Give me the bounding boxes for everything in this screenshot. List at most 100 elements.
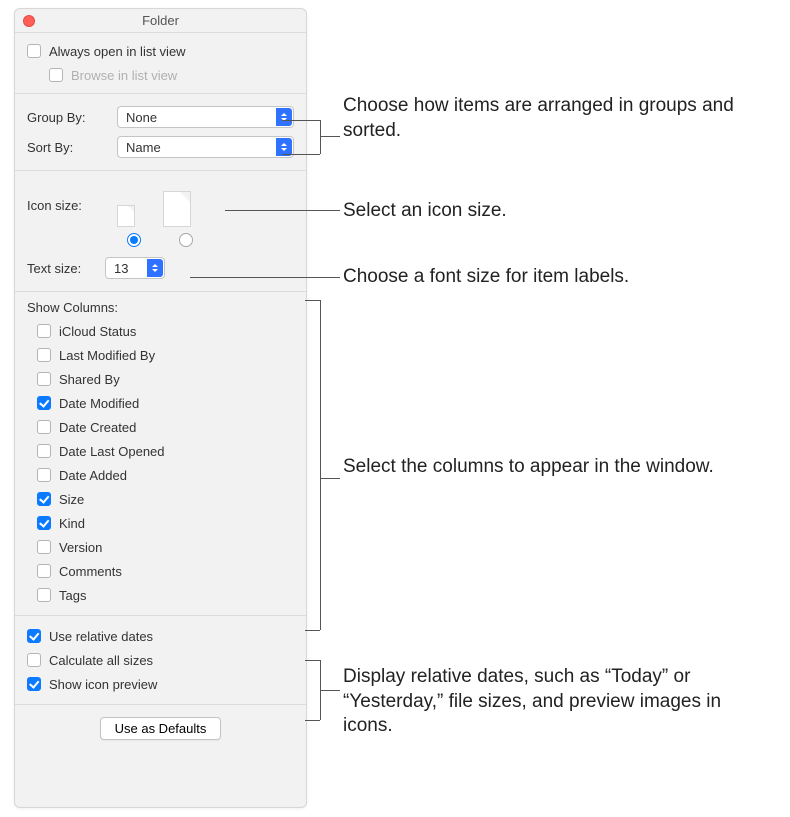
- view-mode-section: Always open in list view Browse in list …: [15, 33, 306, 94]
- connector: [320, 136, 340, 137]
- browse-in-list-checkbox: [49, 68, 63, 82]
- small-doc-icon: [117, 205, 135, 227]
- icon-size-row: Icon size:: [27, 183, 294, 227]
- relative-dates-checkbox[interactable]: [27, 629, 41, 643]
- column-label: iCloud Status: [59, 324, 136, 339]
- use-as-defaults-button[interactable]: Use as Defaults: [100, 717, 222, 740]
- always-open-label: Always open in list view: [49, 44, 186, 59]
- sort-by-value: Name: [126, 140, 161, 155]
- column-label: Date Last Opened: [59, 444, 165, 459]
- relative-dates-row[interactable]: Use relative dates: [27, 624, 294, 648]
- column-label: Size: [59, 492, 84, 507]
- group-by-select[interactable]: None: [117, 106, 294, 128]
- icon-size-label: Icon size:: [27, 198, 117, 213]
- calc-sizes-label: Calculate all sizes: [49, 653, 153, 668]
- show-columns-section: Show Columns: iCloud Status Last Modified…: [15, 292, 306, 616]
- connector: [282, 120, 320, 121]
- column-label: Date Created: [59, 420, 136, 435]
- group-by-row: Group By: None: [27, 102, 294, 132]
- connector: [305, 660, 320, 661]
- show-columns-heading: Show Columns:: [27, 300, 294, 315]
- annotation-5: Display relative dates, such as “Today” …: [343, 665, 773, 739]
- always-open-row[interactable]: Always open in list view: [27, 39, 294, 63]
- column-label: Date Added: [59, 468, 127, 483]
- connector: [305, 630, 320, 631]
- column-checkbox[interactable]: [37, 492, 51, 506]
- sort-by-row: Sort By: Name: [27, 132, 294, 162]
- column-label: Tags: [59, 588, 86, 603]
- annotation-3: Choose a font size for item labels.: [343, 265, 629, 290]
- column-label: Date Modified: [59, 396, 139, 411]
- column-checkbox[interactable]: [37, 324, 51, 338]
- column-row[interactable]: Date Modified: [27, 391, 294, 415]
- column-checkbox[interactable]: [37, 420, 51, 434]
- column-checkbox[interactable]: [37, 540, 51, 554]
- column-checkbox[interactable]: [37, 348, 51, 362]
- browse-in-list-label: Browse in list view: [71, 68, 177, 83]
- column-checkbox[interactable]: [37, 396, 51, 410]
- column-row[interactable]: Shared By: [27, 367, 294, 391]
- column-label: Last Modified By: [59, 348, 155, 363]
- sort-by-label: Sort By:: [27, 140, 117, 155]
- group-by-label: Group By:: [27, 110, 117, 125]
- icon-preview-label: Show icon preview: [49, 677, 157, 692]
- connector: [320, 690, 340, 691]
- calc-sizes-checkbox[interactable]: [27, 653, 41, 667]
- text-size-row: Text size: 13: [27, 253, 294, 283]
- connector: [320, 300, 321, 630]
- annotation-1: Choose how items are arranged in groups …: [343, 94, 773, 143]
- column-row[interactable]: Date Added: [27, 463, 294, 487]
- icon-preview-checkbox[interactable]: [27, 677, 41, 691]
- column-row[interactable]: Comments: [27, 559, 294, 583]
- connector: [190, 277, 340, 278]
- titlebar: Folder: [15, 9, 306, 33]
- column-row[interactable]: Date Created: [27, 415, 294, 439]
- column-label: Shared By: [59, 372, 120, 387]
- extra-options-section: Use relative dates Calculate all sizes S…: [15, 616, 306, 705]
- column-row[interactable]: iCloud Status: [27, 319, 294, 343]
- connector: [320, 478, 340, 479]
- column-checkbox[interactable]: [37, 564, 51, 578]
- always-open-checkbox[interactable]: [27, 44, 41, 58]
- window-title: Folder: [15, 13, 306, 28]
- text-size-value: 13: [114, 261, 128, 276]
- connector: [305, 300, 320, 301]
- text-size-label: Text size:: [27, 261, 105, 276]
- updown-arrows-icon: [276, 108, 292, 126]
- column-row[interactable]: Date Last Opened: [27, 439, 294, 463]
- column-checkbox[interactable]: [37, 468, 51, 482]
- column-label: Version: [59, 540, 102, 555]
- connector: [320, 120, 321, 154]
- icon-size-small-radio[interactable]: [127, 233, 141, 247]
- calc-sizes-row[interactable]: Calculate all sizes: [27, 648, 294, 672]
- close-button[interactable]: [23, 15, 35, 27]
- annotation-4: Select the columns to appear in the wind…: [343, 455, 714, 480]
- column-row[interactable]: Last Modified By: [27, 343, 294, 367]
- folder-view-options-panel: Folder Always open in list view Browse i…: [14, 8, 307, 808]
- column-label: Comments: [59, 564, 122, 579]
- column-row[interactable]: Tags: [27, 583, 294, 607]
- column-checkbox[interactable]: [37, 372, 51, 386]
- column-row[interactable]: Version: [27, 535, 294, 559]
- browse-in-list-row: Browse in list view: [27, 63, 294, 87]
- connector: [305, 720, 320, 721]
- connector: [225, 210, 340, 211]
- sizes-section: Icon size: Text size: 13: [15, 171, 306, 292]
- icon-size-large-radio[interactable]: [179, 233, 193, 247]
- footer: Use as Defaults: [15, 705, 306, 752]
- column-checkbox[interactable]: [37, 444, 51, 458]
- sort-by-select[interactable]: Name: [117, 136, 294, 158]
- column-row[interactable]: Size: [27, 487, 294, 511]
- text-size-select[interactable]: 13: [105, 257, 165, 279]
- connector: [282, 154, 320, 155]
- large-doc-icon: [163, 191, 191, 227]
- icon-preview-row[interactable]: Show icon preview: [27, 672, 294, 696]
- column-label: Kind: [59, 516, 85, 531]
- column-checkbox[interactable]: [37, 516, 51, 530]
- column-row[interactable]: Kind: [27, 511, 294, 535]
- column-checkbox[interactable]: [37, 588, 51, 602]
- relative-dates-label: Use relative dates: [49, 629, 153, 644]
- updown-arrows-icon: [147, 259, 163, 277]
- group-by-value: None: [126, 110, 157, 125]
- group-sort-section: Group By: None Sort By: Name: [15, 94, 306, 171]
